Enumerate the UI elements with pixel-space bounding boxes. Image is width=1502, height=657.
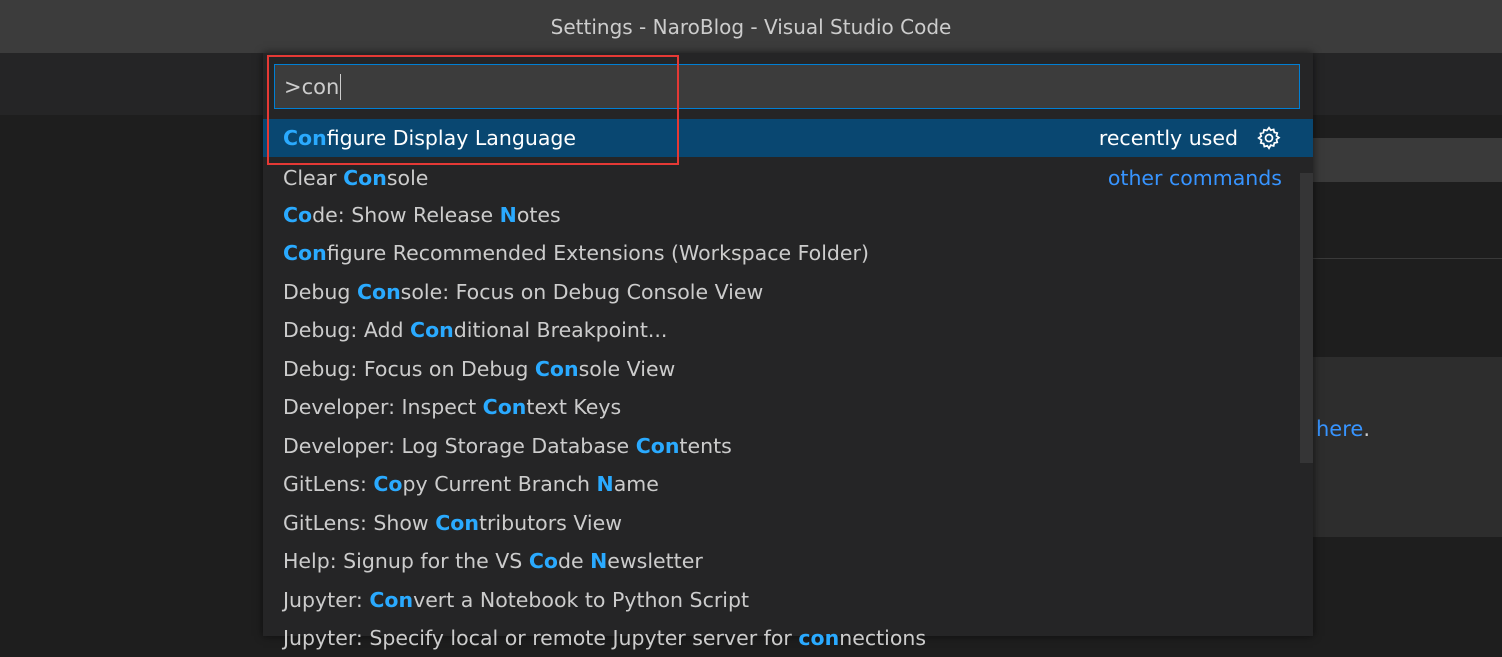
command-text: ame [613, 472, 659, 496]
command-item-label: Developer: Inspect Context Keys [283, 395, 621, 419]
match-highlight: Con [410, 318, 454, 342]
match-highlight: Co [528, 549, 558, 573]
command-item[interactable]: Developer: Log Storage Database Contents [263, 427, 1313, 465]
text-caret [340, 73, 342, 100]
command-text: text Keys [526, 395, 622, 419]
command-item[interactable]: GitLens: Copy Current Branch Name [263, 465, 1313, 503]
command-item-label: Jupyter: Specify local or remote Jupyter… [283, 626, 926, 650]
match-highlight: N [590, 549, 608, 573]
command-text: sole [386, 166, 429, 190]
command-text: sole: Focus on Debug Console View [400, 280, 764, 304]
command-item[interactable]: Jupyter: Specify local or remote Jupyter… [263, 619, 1313, 657]
command-text: nections [839, 626, 927, 650]
command-text: tributors View [478, 511, 622, 535]
match-highlight: N [596, 472, 614, 496]
command-palette: >con Configure Display Language recently … [263, 53, 1313, 650]
command-text: otes [516, 203, 561, 227]
command-palette-input-value[interactable]: >con [284, 75, 339, 99]
match-highlight: Con [283, 241, 327, 265]
match-highlight: Con [369, 588, 414, 612]
command-text: sole View [578, 357, 676, 381]
here-link-text[interactable]: here [1316, 417, 1363, 441]
command-item-meta: other commands [1108, 159, 1282, 197]
command-text: py Current Branch [402, 472, 597, 496]
command-item[interactable]: Configure Display Language recently used [263, 119, 1313, 157]
command-item-label: GitLens: Copy Current Branch Name [283, 472, 659, 496]
match-highlight: N [499, 203, 517, 227]
command-item[interactable]: Configure Recommended Extensions (Worksp… [263, 234, 1313, 272]
command-item[interactable]: Debug: Focus on Debug Console View [263, 350, 1313, 388]
command-item[interactable]: Clear Console other commands [263, 159, 1313, 197]
command-item-label: Debug Console: Focus on Debug Console Vi… [283, 280, 763, 304]
command-text: Help: Signup for the VS [283, 549, 529, 573]
match-highlight: Con [283, 126, 327, 150]
here-link-suffix: . [1363, 417, 1371, 441]
command-item-label: Debug: Focus on Debug Console View [283, 357, 675, 381]
command-text: ewsletter [607, 549, 703, 573]
command-item-label: Debug: Add Conditional Breakpoint... [283, 318, 667, 342]
command-item[interactable]: Debug: Add Conditional Breakpoint... [263, 311, 1313, 349]
command-text: Developer: Inspect [283, 395, 483, 419]
command-item-label: Developer: Log Storage Database Contents [283, 434, 732, 458]
command-item[interactable]: Jupyter: Convert a Notebook to Python Sc… [263, 581, 1313, 619]
match-highlight: Con [435, 511, 479, 535]
command-text: de: Show Release [312, 203, 500, 227]
other-commands-label: other commands [1107, 166, 1282, 190]
command-item[interactable]: Debug Console: Focus on Debug Console Vi… [263, 273, 1313, 311]
command-item[interactable]: Code: Show Release Notes [263, 196, 1313, 234]
match-highlight: Con [534, 357, 579, 381]
command-text: Jupyter: [283, 588, 370, 612]
background-here-link[interactable]: here. [1316, 417, 1370, 441]
command-item-label: Configure Recommended Extensions (Worksp… [283, 241, 869, 265]
match-highlight: Co [283, 203, 313, 227]
gear-icon[interactable] [1256, 125, 1282, 151]
match-highlight: Con [482, 395, 527, 419]
command-text: Debug: Focus on Debug [283, 357, 535, 381]
command-text: Clear [283, 166, 344, 190]
command-item-label: Jupyter: Convert a Notebook to Python Sc… [283, 588, 749, 612]
command-text: Debug: Add [283, 318, 411, 342]
background-settings-header [1313, 138, 1502, 182]
command-palette-input[interactable]: >con [274, 64, 1300, 109]
command-text: GitLens: Show [283, 511, 436, 535]
background-divider [1313, 258, 1502, 259]
command-item-label: Code: Show Release Notes [283, 203, 561, 227]
match-highlight: con [798, 626, 840, 650]
command-item-label: Clear Console [283, 166, 428, 190]
background-settings-panel [1313, 357, 1502, 537]
command-text: de [557, 549, 591, 573]
command-text: Jupyter: Specify local or remote Jupyter… [283, 626, 799, 650]
command-text: figure Display Language [326, 126, 577, 150]
match-highlight: Con [343, 166, 387, 190]
command-list-scrollbar[interactable] [1300, 173, 1313, 463]
match-highlight: Con [356, 280, 401, 304]
command-item[interactable]: Help: Signup for the VS Code Newsletter [263, 542, 1313, 580]
match-highlight: Co [373, 472, 403, 496]
command-text: figure Recommended Extensions (Workspace… [326, 241, 869, 265]
command-text: Developer: Log Storage Database [283, 434, 636, 458]
command-item-label: GitLens: Show Contributors View [283, 511, 622, 535]
command-item-label: Help: Signup for the VS Code Newsletter [283, 549, 703, 573]
window-title-bar: Settings - NaroBlog - Visual Studio Code [0, 0, 1502, 53]
command-item-label: Configure Display Language [283, 126, 576, 150]
command-item-meta: recently used [1099, 119, 1282, 157]
command-item[interactable]: Developer: Inspect Context Keys [263, 388, 1313, 426]
recently-used-label: recently used [1098, 126, 1238, 150]
background-settings-area [1313, 182, 1502, 258]
command-text: tents [679, 434, 732, 458]
command-text: ditional Breakpoint... [453, 318, 668, 342]
command-item[interactable]: GitLens: Show Contributors View [263, 504, 1313, 542]
command-text: Debug [283, 280, 357, 304]
match-highlight: Con [635, 434, 680, 458]
command-text: GitLens: [283, 472, 374, 496]
window-title: Settings - NaroBlog - Visual Studio Code [550, 14, 952, 39]
command-text: vert a Notebook to Python Script [413, 588, 750, 612]
